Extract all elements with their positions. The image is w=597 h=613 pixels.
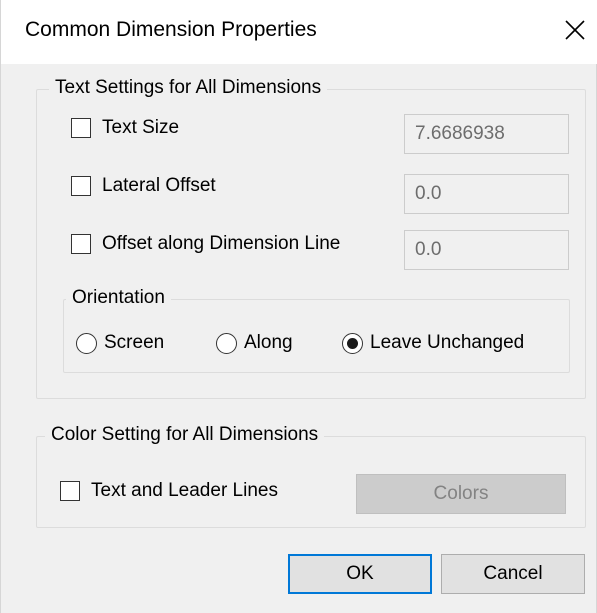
cancel-button[interactable]: Cancel (441, 554, 585, 594)
colors-button[interactable]: Colors (356, 474, 566, 514)
color-settings-group-label: Color Setting for All Dimensions (45, 424, 325, 446)
lateral-offset-checkbox[interactable] (71, 176, 91, 196)
text-and-leader-label: Text and Leader Lines (91, 480, 278, 501)
lateral-offset-field[interactable]: 0.0 (404, 174, 569, 214)
orientation-screen-radio[interactable] (76, 333, 97, 354)
dialog-window: Common Dimension Properties Text Setting… (0, 0, 597, 613)
radio-selected-dot (347, 338, 358, 349)
title-bar: Common Dimension Properties (1, 0, 597, 64)
close-icon[interactable] (561, 16, 589, 44)
text-size-field[interactable]: 7.6686938 (404, 114, 569, 154)
offset-along-checkbox[interactable] (71, 234, 91, 254)
text-size-label: Text Size (102, 117, 180, 138)
orientation-group-label: Orientation (66, 287, 171, 309)
text-settings-group-label: Text Settings for All Dimensions (49, 77, 328, 99)
orientation-screen-label[interactable]: Screen (104, 332, 164, 354)
text-and-leader-checkbox[interactable] (60, 481, 80, 501)
orientation-leave-unchanged-label[interactable]: Leave Unchanged (370, 332, 524, 354)
orientation-along-radio[interactable] (216, 333, 237, 354)
lateral-offset-label: Lateral Offset (102, 175, 216, 196)
ok-button[interactable]: OK (288, 554, 432, 594)
offset-along-field[interactable]: 0.0 (404, 230, 569, 270)
text-size-checkbox[interactable] (71, 118, 91, 138)
orientation-leave-unchanged-radio[interactable] (342, 333, 363, 354)
dialog-title: Common Dimension Properties (25, 18, 317, 41)
offset-along-label: Offset along Dimension Line (102, 233, 341, 254)
orientation-along-label[interactable]: Along (244, 332, 293, 354)
